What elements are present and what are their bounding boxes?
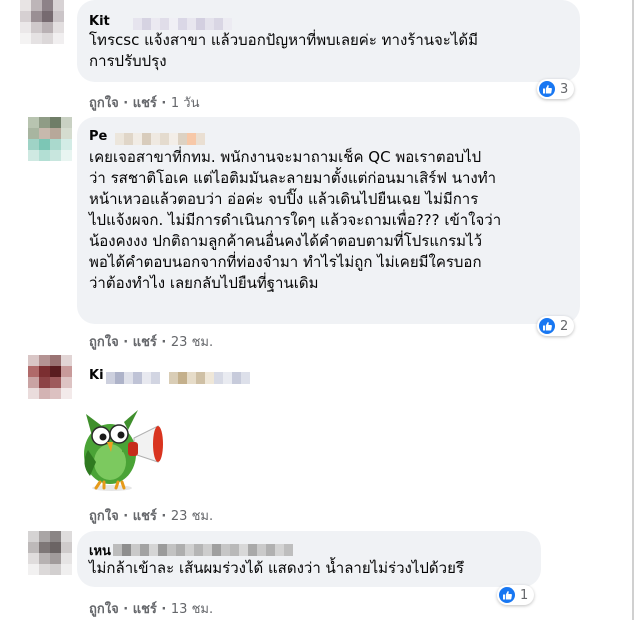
share-link[interactable]: แชร์ (133, 509, 157, 524)
comment-actions: ถูกใจ · แชร์ · 23 ชม. (89, 509, 214, 524)
redacted-name (133, 15, 232, 30)
comment-author[interactable]: Ki (89, 368, 104, 383)
like-link[interactable]: ถูกใจ (89, 335, 119, 350)
share-link[interactable]: แชร์ (133, 96, 157, 111)
comment-text: ไม่กล้าเข้าละ เส้นผมร่วงได้ แสดงว่า น้ำล… (89, 559, 464, 577)
comment-author[interactable]: Pe (89, 129, 107, 144)
like-thumb-icon (539, 318, 555, 334)
timestamp[interactable]: 23 ชม. (171, 335, 213, 350)
comment-actions: ถูกใจ · แชร์ · 1 วัน (89, 96, 200, 111)
reaction-count[interactable]: 1 (497, 585, 535, 605)
comment-text: โทรcsc แจ้งสาขา แล้วบอกปัญหาที่พบเลยค่ะ … (89, 31, 479, 70)
redacted-name (113, 541, 293, 556)
comment-bubble: Kit โทรcsc แจ้งสาขา แล้วบอกปัญหาที่พบเลย… (77, 0, 580, 82)
comment-actions: ถูกใจ · แชร์ · 13 ชม. (89, 602, 214, 617)
redacted-name (106, 369, 250, 384)
avatar[interactable] (28, 117, 72, 161)
comment-author[interactable]: Kit (89, 14, 110, 29)
like-link[interactable]: ถูกใจ (89, 602, 119, 617)
avatar[interactable] (20, 0, 64, 44)
share-link[interactable]: แชร์ (133, 602, 157, 617)
avatar[interactable] (28, 531, 72, 575)
timestamp[interactable]: 1 วัน (171, 96, 200, 111)
comment-text: เคยเจอสาขาที่กทม. พนักงานจะมาถามเช็ค QC … (89, 148, 502, 292)
comment-bubble: เหน ไม่กล้าเข้าละ เส้นผมร่วงได้ แสดงว่า … (77, 531, 541, 587)
avatar[interactable] (28, 355, 72, 399)
like-link[interactable]: ถูกใจ (89, 96, 119, 111)
reaction-count[interactable]: 3 (537, 79, 575, 99)
comment-bubble: Pe เคยเจอสาขาที่กทม. พนักงานจะมาถามเช็ค … (77, 117, 580, 324)
owl-megaphone-sticker[interactable] (78, 402, 168, 492)
like-thumb-icon (539, 81, 555, 97)
share-link[interactable]: แชร์ (133, 335, 157, 350)
reaction-count[interactable]: 2 (537, 316, 575, 336)
like-link[interactable]: ถูกใจ (89, 509, 119, 524)
timestamp[interactable]: 13 ชม. (171, 602, 213, 617)
timestamp[interactable]: 23 ชม. (171, 509, 213, 524)
redacted-name (115, 130, 205, 145)
like-thumb-icon (499, 587, 515, 603)
comment-actions: ถูกใจ · แชร์ · 23 ชม. (89, 335, 214, 350)
